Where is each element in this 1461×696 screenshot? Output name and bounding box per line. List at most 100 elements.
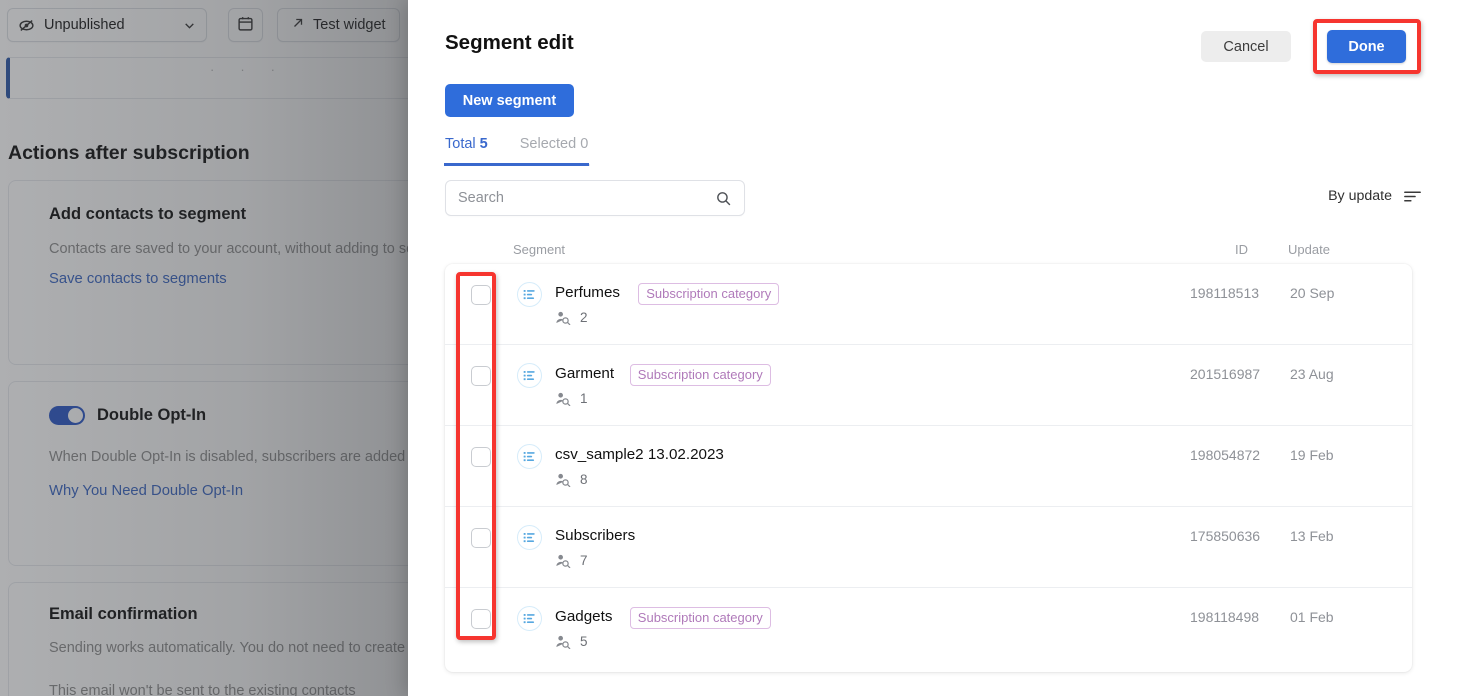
search-icon[interactable] bbox=[715, 190, 744, 207]
page-title: Actions after subscription bbox=[8, 142, 250, 164]
add-contacts-card: Add contacts to segment Contacts are sav… bbox=[8, 180, 408, 365]
done-button[interactable]: Done bbox=[1327, 30, 1406, 63]
app-toolbar: Unpublished Test widget bbox=[0, 0, 408, 46]
table-header: Segment ID Update bbox=[445, 236, 1425, 264]
contacts-search-icon bbox=[555, 554, 571, 568]
segment-list-icon bbox=[517, 525, 542, 550]
email-confirmation-note: This email won't be sent to the existing… bbox=[49, 683, 356, 696]
segment-list-icon bbox=[517, 282, 542, 307]
row-checkbox[interactable] bbox=[471, 366, 491, 386]
segment-update-date: 13 Feb bbox=[1290, 528, 1334, 544]
segment-update-date: 19 Feb bbox=[1290, 447, 1334, 463]
row-checkbox[interactable] bbox=[471, 609, 491, 629]
double-optin-toggle[interactable] bbox=[49, 406, 85, 425]
double-optin-description: When Double Opt-In is disabled, subscrib… bbox=[49, 449, 408, 465]
screen: Unpublished Test widget ··· Actions afte… bbox=[0, 0, 1461, 696]
tab-selected[interactable]: Selected 0 bbox=[520, 136, 589, 164]
eye-off-icon bbox=[18, 17, 35, 34]
search-box bbox=[445, 180, 745, 216]
segment-name: Gadgets bbox=[555, 608, 613, 625]
why-double-optin-link[interactable]: Why You Need Double Opt-In bbox=[49, 483, 243, 499]
sort-control[interactable]: By update bbox=[1328, 188, 1421, 204]
save-contacts-to-segments-link[interactable]: Save contacts to segments bbox=[49, 271, 227, 287]
segment-contacts-count: 5 bbox=[555, 634, 588, 649]
column-header-update: Update bbox=[1288, 242, 1330, 257]
external-link-arrow-icon bbox=[291, 16, 305, 34]
contacts-count-value: 1 bbox=[580, 391, 588, 406]
email-confirmation-description: Sending works automatically. You do not … bbox=[49, 640, 408, 656]
sort-label: By update bbox=[1328, 188, 1392, 204]
background-app: Unpublished Test widget ··· Actions afte… bbox=[0, 0, 408, 696]
contacts-count-value: 2 bbox=[580, 310, 588, 325]
sort-icon[interactable] bbox=[1404, 190, 1421, 203]
segment-id: 201516987 bbox=[1190, 366, 1261, 382]
segment-category-badge: Subscription category bbox=[629, 607, 771, 629]
background-row-placeholder: ··· bbox=[210, 62, 301, 77]
background-form-row: ··· bbox=[6, 57, 408, 99]
tab-selected-count: 0 bbox=[580, 136, 589, 152]
tab-total[interactable]: Total 5 bbox=[444, 136, 589, 166]
table-row[interactable]: csv_sample2 13.02.2023 8 198054872 19 Feb bbox=[445, 426, 1412, 507]
segment-name: Subscribers bbox=[555, 527, 636, 544]
row-checkbox[interactable] bbox=[471, 528, 491, 548]
test-widget-button[interactable]: Test widget bbox=[277, 8, 400, 42]
segment-update-date: 20 Sep bbox=[1290, 285, 1335, 301]
contacts-count-value: 7 bbox=[580, 553, 588, 568]
double-optin-label: Double Opt-In bbox=[97, 406, 207, 424]
segment-category-badge: Subscription category bbox=[629, 364, 771, 386]
tab-total-label: Total bbox=[445, 136, 476, 152]
segment-name: Garment bbox=[555, 365, 615, 382]
tab-selected-label: Selected bbox=[519, 136, 577, 152]
column-header-id: ID bbox=[1235, 242, 1248, 257]
segment-edit-modal: Segment edit Cancel Done New segment Tot… bbox=[408, 0, 1461, 696]
segment-category-badge: Subscription category bbox=[638, 283, 780, 305]
segment-contacts-count: 1 bbox=[555, 391, 588, 406]
segment-list-icon bbox=[517, 444, 542, 469]
table-row[interactable]: Perfumes Subscription category 2 198118513 2… bbox=[445, 264, 1412, 345]
publish-status-label: Unpublished bbox=[44, 17, 125, 33]
tab-total-count: 5 bbox=[479, 136, 488, 152]
segment-id: 175850636 bbox=[1190, 528, 1261, 544]
row-checkbox[interactable] bbox=[471, 285, 491, 305]
table-row[interactable]: Subscribers 7 175850636 13 Feb bbox=[445, 507, 1412, 588]
segment-id: 198118513 bbox=[1190, 285, 1260, 301]
segment-update-date: 01 Feb bbox=[1290, 609, 1334, 625]
calendar-icon bbox=[237, 15, 254, 36]
contacts-search-icon bbox=[555, 635, 571, 649]
segment-update-date: 23 Aug bbox=[1290, 366, 1334, 382]
segment-id: 198118498 bbox=[1190, 609, 1260, 625]
segment-contacts-count: 8 bbox=[555, 472, 588, 487]
chevron-down-icon bbox=[183, 19, 196, 32]
double-optin-card: Double Opt-In When Double Opt-In is disa… bbox=[8, 381, 408, 566]
search-input[interactable] bbox=[446, 190, 715, 206]
new-segment-button[interactable]: New segment bbox=[445, 84, 574, 117]
segment-list-icon bbox=[517, 606, 542, 631]
segment-name: Perfumes bbox=[555, 284, 620, 301]
segment-list-icon bbox=[517, 363, 542, 388]
modal-title: Segment edit bbox=[445, 31, 574, 54]
add-contacts-description: Contacts are saved to your account, with… bbox=[49, 241, 408, 257]
add-contacts-title: Add contacts to segment bbox=[49, 205, 247, 223]
contacts-count-value: 8 bbox=[580, 472, 588, 487]
toggle-knob bbox=[68, 408, 83, 423]
segments-table: Perfumes Subscription category 2 198118513 2… bbox=[445, 264, 1412, 672]
segment-id: 198054872 bbox=[1190, 447, 1261, 463]
email-confirmation-card: Email confirmation Sending works automat… bbox=[8, 582, 408, 696]
table-row[interactable]: Gadgets Subscription category 5 198118498 01… bbox=[445, 588, 1412, 669]
email-confirmation-title: Email confirmation bbox=[49, 605, 198, 623]
segment-name: csv_sample2 13.02.2023 bbox=[555, 446, 724, 463]
contacts-search-icon bbox=[555, 473, 571, 487]
segment-contacts-count: 7 bbox=[555, 553, 588, 568]
contacts-search-icon bbox=[555, 392, 571, 406]
segment-contacts-count: 2 bbox=[555, 310, 588, 325]
column-header-segment: Segment bbox=[513, 242, 566, 257]
segment-tabs: Total 5 Selected 0 bbox=[444, 136, 590, 166]
row-checkbox[interactable] bbox=[471, 447, 491, 467]
publish-status-select[interactable]: Unpublished bbox=[7, 8, 207, 42]
contacts-search-icon bbox=[555, 311, 571, 325]
cancel-button[interactable]: Cancel bbox=[1201, 31, 1291, 62]
test-widget-label: Test widget bbox=[313, 17, 386, 33]
calendar-button[interactable] bbox=[228, 8, 263, 42]
contacts-count-value: 5 bbox=[580, 634, 588, 649]
table-row[interactable]: Garment Subscription category 1 201516987 23… bbox=[445, 345, 1412, 426]
